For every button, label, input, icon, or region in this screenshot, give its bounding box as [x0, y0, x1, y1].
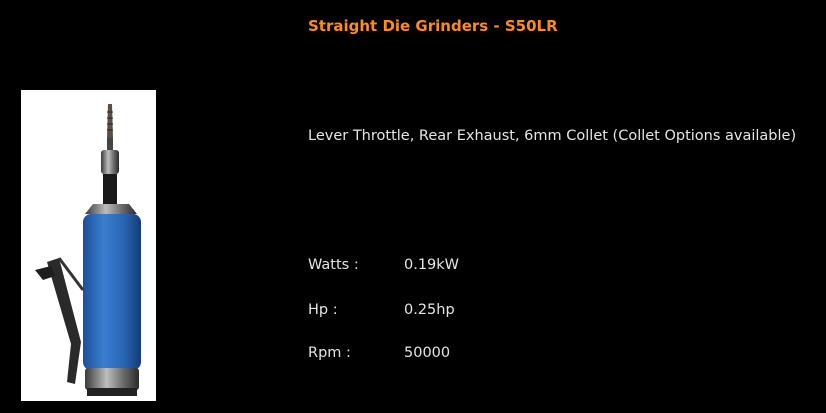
- spec-value-rpm: 50000: [404, 345, 451, 361]
- spec-label-watts: Watts :: [308, 257, 359, 273]
- product-title: Straight Die Grinders - S50LR: [308, 17, 558, 35]
- product-image: [21, 90, 156, 401]
- product-description: Lever Throttle, Rear Exhaust, 6mm Collet…: [308, 128, 797, 144]
- spec-label-hp: Hp :: [308, 302, 338, 318]
- spec-value-hp: 0.25hp: [404, 302, 455, 318]
- die-grinder-image: [35, 104, 141, 396]
- spec-label-rpm: Rpm :: [308, 345, 351, 361]
- spec-value-watts: 0.19kW: [404, 257, 460, 273]
